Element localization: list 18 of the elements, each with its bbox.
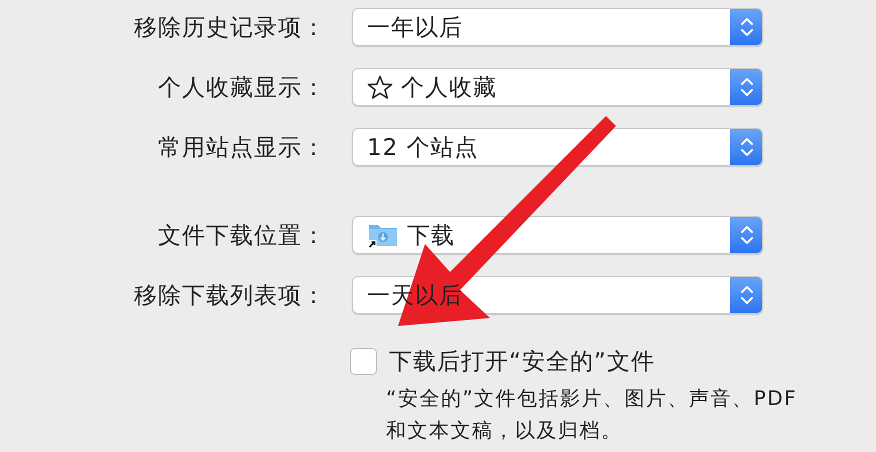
- popup-menu[interactable]: 个人收藏: [352, 68, 763, 106]
- checkbox[interactable]: [350, 348, 377, 374]
- stepper-chevrons-icon: [740, 16, 754, 38]
- setting-label: 个人收藏显示：: [157, 74, 327, 102]
- popup-menu[interactable]: 12 个站点: [352, 128, 763, 166]
- setting-label: 移除历史记录项：: [133, 14, 327, 42]
- stepper-chevrons-icon: [740, 224, 754, 246]
- checkbox-label: 下载后打开“安全的”文件: [389, 348, 655, 376]
- stepper-chevrons-icon: [740, 136, 754, 158]
- setting-label: 文件下载位置：: [157, 222, 327, 250]
- star-icon: [367, 74, 393, 100]
- popup-menu[interactable]: 一年以后: [352, 8, 763, 46]
- help-text: “安全的”文件包括影片、图片、声音、PDF和文本文稿，以及归档。: [386, 385, 798, 444]
- setting-label: 常用站点显示：: [157, 134, 327, 162]
- stepper-chevrons-icon: [740, 284, 754, 306]
- setting-label: 移除下载列表项：: [133, 282, 327, 310]
- stepper-chevrons-icon: [740, 76, 754, 98]
- popup-menu[interactable]: 下载: [352, 216, 763, 254]
